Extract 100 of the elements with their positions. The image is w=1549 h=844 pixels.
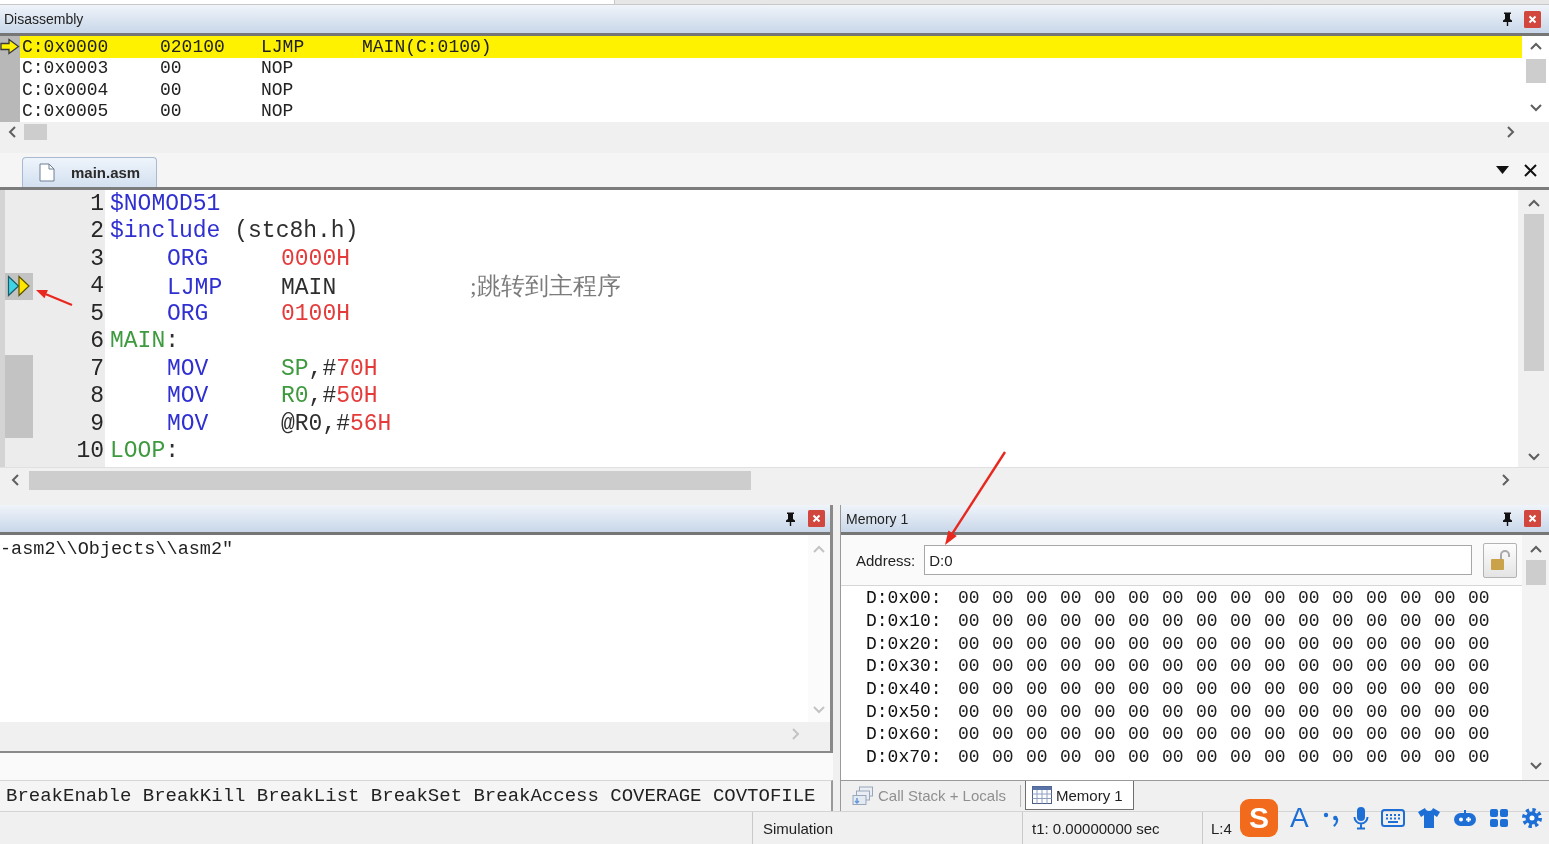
memory-value: 00 bbox=[958, 588, 980, 609]
memory-value: 00 bbox=[1128, 701, 1150, 722]
memory-value: 00 bbox=[1434, 588, 1456, 609]
grid-icon[interactable] bbox=[1488, 808, 1509, 828]
memory-value: 00 bbox=[1026, 724, 1048, 745]
chevron-down-icon[interactable] bbox=[1529, 104, 1542, 112]
code-line: LJMP MAIN ;跳转到主程序 bbox=[166, 272, 621, 303]
memory-value: 00 bbox=[1264, 747, 1286, 768]
memory-value: 00 bbox=[1468, 701, 1490, 722]
memory-value: 00 bbox=[1094, 701, 1116, 722]
memory-value: 00 bbox=[992, 656, 1014, 677]
horizontal-scrollbar[interactable] bbox=[0, 467, 1549, 492]
shirt-icon[interactable] bbox=[1416, 807, 1441, 829]
keyboard-icon[interactable] bbox=[1380, 809, 1405, 827]
memory-address: D:0x30: bbox=[866, 656, 942, 677]
lock-button[interactable] bbox=[1483, 542, 1518, 578]
horizontal-scrollbar[interactable] bbox=[0, 122, 1549, 142]
code-line: ORG 0000H bbox=[166, 245, 350, 272]
code-line: MOV @R0,#56H bbox=[166, 410, 392, 437]
memory-value: 00 bbox=[1162, 656, 1184, 677]
chevron-left-icon[interactable] bbox=[11, 474, 19, 486]
command-hint: COVTOFILE bbox=[712, 785, 816, 807]
file-tab[interactable]: main.asm bbox=[22, 157, 157, 187]
memory-value: 00 bbox=[1468, 611, 1490, 632]
instruction-address: C:0x0004 bbox=[22, 79, 109, 100]
memory-value: 00 bbox=[992, 588, 1014, 609]
memory-value: 00 bbox=[1434, 701, 1456, 722]
chevron-up-icon[interactable] bbox=[1529, 42, 1542, 50]
pin-icon[interactable] bbox=[785, 511, 796, 526]
memory-value: 00 bbox=[1026, 633, 1048, 654]
memory-value: 00 bbox=[1400, 679, 1422, 700]
input-mode-indicator[interactable]: A bbox=[1290, 804, 1309, 832]
scrollbar-thumb[interactable] bbox=[1525, 560, 1546, 585]
pin-icon[interactable] bbox=[1502, 511, 1513, 526]
memory-value: 00 bbox=[1366, 724, 1388, 745]
memory-value: 00 bbox=[1060, 633, 1082, 654]
memory-value: 00 bbox=[1230, 633, 1252, 654]
memory-value: 00 bbox=[1094, 747, 1116, 768]
microphone-icon[interactable] bbox=[1352, 806, 1369, 830]
memory-address: D:0x60: bbox=[866, 724, 942, 745]
command-hint: COVERAGE bbox=[610, 785, 702, 807]
memory-value: 00 bbox=[1128, 588, 1150, 609]
memory-value: 00 bbox=[1468, 724, 1490, 745]
memory-value: 00 bbox=[1128, 679, 1150, 700]
chevron-up-icon[interactable] bbox=[1529, 545, 1542, 553]
chevron-up-icon[interactable] bbox=[1527, 199, 1540, 207]
panel-tab[interactable]: Memory 1 bbox=[1025, 781, 1134, 810]
scrollbar-thumb[interactable] bbox=[1525, 59, 1546, 83]
chevron-right-icon[interactable] bbox=[1507, 126, 1515, 138]
code-line: $include (stc8h.h) bbox=[110, 218, 359, 245]
memory-value: 00 bbox=[1332, 611, 1354, 632]
memory-value: 00 bbox=[1094, 656, 1116, 677]
memory-value: 00 bbox=[1434, 679, 1456, 700]
memory-value: 00 bbox=[1264, 656, 1286, 677]
vertical-scrollbar[interactable] bbox=[1522, 535, 1549, 780]
memory-value: 00 bbox=[1196, 701, 1218, 722]
memory-value: 00 bbox=[1026, 611, 1048, 632]
memory-value: 00 bbox=[1332, 747, 1354, 768]
settings-icon[interactable] bbox=[1520, 807, 1543, 829]
memory-value: 00 bbox=[1298, 633, 1320, 654]
scrollbar-thumb[interactable] bbox=[29, 470, 751, 490]
panel-title: Memory 1 bbox=[846, 510, 909, 527]
chevron-down-icon[interactable] bbox=[1529, 762, 1542, 770]
memory-value: 00 bbox=[1366, 701, 1388, 722]
memory-value: 00 bbox=[1468, 656, 1490, 677]
vertical-scrollbar[interactable] bbox=[1518, 190, 1549, 467]
memory-value: 00 bbox=[1332, 633, 1354, 654]
memory-value: 00 bbox=[1468, 679, 1490, 700]
code-line: MOV SP,#70H bbox=[166, 355, 378, 382]
memory-value: 00 bbox=[1026, 679, 1048, 700]
status-text: t1: 0.00000000 sec bbox=[1032, 819, 1160, 837]
code-line: MOV R0,#50H bbox=[166, 383, 378, 410]
scrollbar-thumb[interactable] bbox=[1523, 214, 1544, 371]
memory-value: 00 bbox=[1060, 588, 1082, 609]
memory-value: 00 bbox=[1332, 701, 1354, 722]
dropdown-caret-icon[interactable] bbox=[1496, 166, 1509, 174]
chevron-down-icon[interactable] bbox=[1527, 453, 1540, 461]
line-number: 5 bbox=[90, 300, 104, 327]
memory-value: 00 bbox=[1094, 724, 1116, 745]
address-field[interactable]: D:0 bbox=[924, 545, 1473, 575]
line-number: 10 bbox=[76, 438, 104, 465]
chevron-left-icon[interactable] bbox=[8, 126, 16, 138]
memory-value: 00 bbox=[1060, 724, 1082, 745]
memory-value: 00 bbox=[1298, 679, 1320, 700]
pin-icon[interactable] bbox=[1502, 12, 1513, 26]
memory-value: 00 bbox=[1196, 633, 1218, 654]
instruction-mnemonic: NOP bbox=[261, 58, 294, 79]
memory-value: 00 bbox=[1230, 611, 1252, 632]
scrollbar-thumb[interactable] bbox=[24, 124, 47, 140]
code-line: MAIN: bbox=[110, 328, 180, 355]
disassembly-row[interactable]: C:0x0000 020100 LJMP MAIN(C:0100) bbox=[20, 36, 1522, 58]
close-icon[interactable] bbox=[1524, 163, 1537, 177]
memory-value: 00 bbox=[1366, 611, 1388, 632]
memory-value: 00 bbox=[1400, 747, 1422, 768]
chevron-right-icon[interactable] bbox=[1502, 474, 1510, 486]
memory-value: 00 bbox=[1196, 724, 1218, 745]
memory-value: 00 bbox=[1060, 701, 1082, 722]
memory-value: 00 bbox=[1230, 701, 1252, 722]
memory-value: 00 bbox=[1060, 656, 1082, 677]
memory-value: 00 bbox=[1264, 588, 1286, 609]
